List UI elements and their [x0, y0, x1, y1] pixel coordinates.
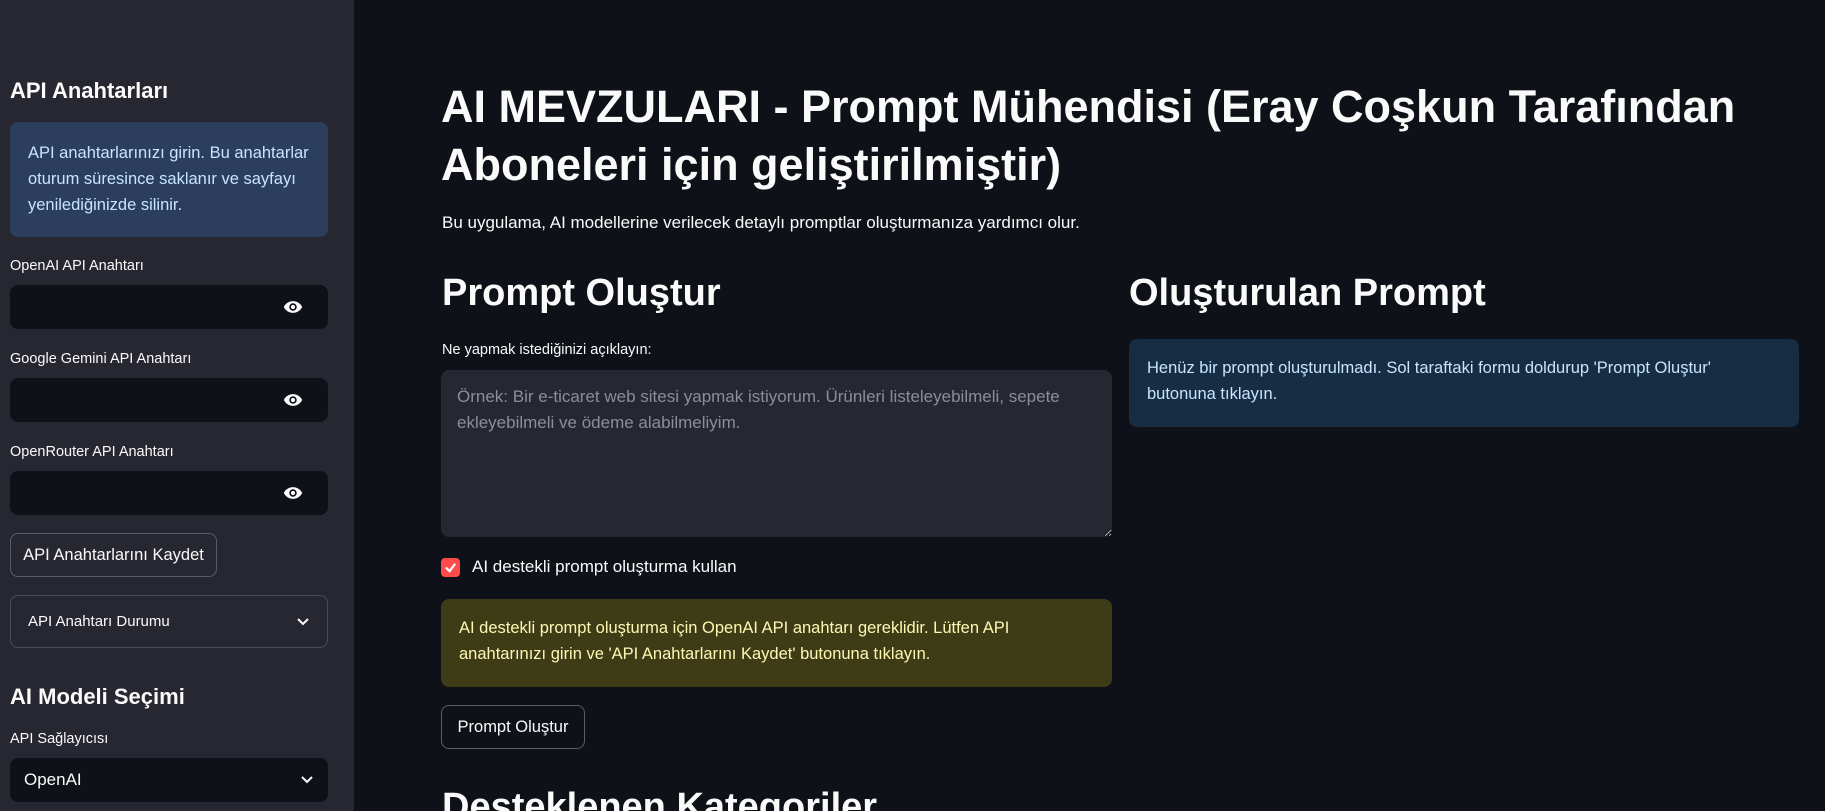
openrouter-key-label: OpenRouter API Anahtarı: [10, 444, 174, 460]
describe-label: Ne yapmak istediğinizi açıklayın:: [442, 342, 652, 358]
api-keys-info-box: API anahtarlarınızı girin. Bu anahtarlar…: [10, 122, 328, 237]
model-selection-heading: AI Modeli Seçimi: [10, 684, 185, 709]
describe-textarea[interactable]: [441, 370, 1112, 537]
api-keys-heading: API Anahtarları: [10, 78, 169, 103]
openai-key-input[interactable]: [10, 285, 328, 329]
gemini-key-label: Google Gemini API Anahtarı: [10, 351, 192, 367]
eye-icon[interactable]: [282, 483, 304, 503]
result-heading: Oluşturulan Prompt: [1129, 272, 1486, 314]
openai-key-warning: AI destekli prompt oluşturma için OpenAI…: [441, 599, 1112, 687]
save-api-keys-button[interactable]: API Anahtarlarını Kaydet: [10, 533, 217, 577]
check-icon: [445, 562, 457, 573]
create-prompt-button[interactable]: Prompt Oluştur: [441, 705, 585, 749]
gemini-key-input[interactable]: [10, 378, 328, 422]
openai-key-label: OpenAI API Anahtarı: [10, 258, 144, 274]
provider-label: API Sağlayıcısı: [10, 731, 109, 747]
page-title: AI MEVZULARI - Prompt Mühendisi (Eray Co…: [441, 81, 1736, 190]
sidebar: API Anahtarları API anahtarlarınızı giri…: [0, 0, 354, 811]
ai-checkbox[interactable]: [441, 557, 460, 577]
supported-categories-heading: Desteklenen Kategoriler: [442, 786, 878, 811]
ai-checkbox-row[interactable]: AI destekli prompt oluşturma kullan: [441, 557, 737, 577]
eye-icon[interactable]: [282, 390, 304, 410]
api-key-status-expander[interactable]: API Anahtarı Durumu: [10, 595, 328, 648]
provider-select[interactable]: OpenAI: [10, 758, 328, 802]
result-info-box: Henüz bir prompt oluşturulmadı. Sol tara…: [1129, 339, 1799, 427]
page-subtitle: Bu uygulama, AI modellerine verilecek de…: [442, 213, 1080, 232]
openrouter-key-input[interactable]: [10, 471, 328, 515]
provider-select-value: OpenAI: [24, 770, 82, 789]
chevron-down-icon: [301, 776, 313, 784]
create-prompt-heading: Prompt Oluştur: [442, 272, 721, 314]
api-key-status-label: API Anahtarı Durumu: [28, 613, 170, 630]
eye-icon[interactable]: [282, 297, 304, 317]
chevron-down-icon: [297, 617, 309, 625]
ai-checkbox-label: AI destekli prompt oluşturma kullan: [472, 557, 737, 576]
